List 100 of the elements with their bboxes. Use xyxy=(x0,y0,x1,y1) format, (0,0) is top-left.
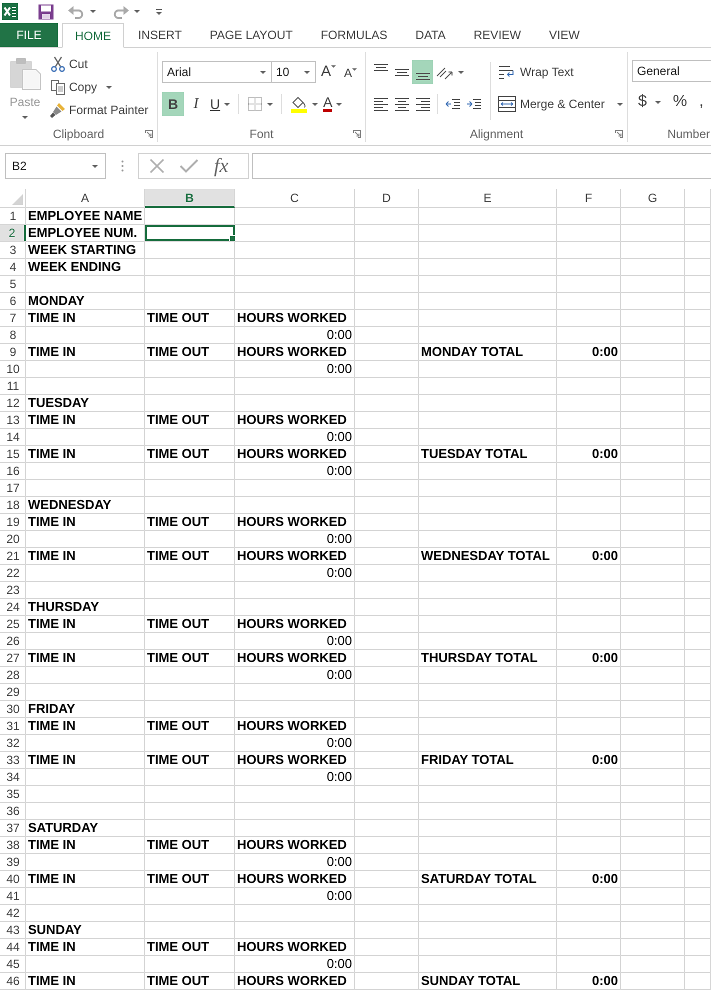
number-format-button[interactable]: $ xyxy=(638,90,661,114)
ribbon-tab[interactable]: PAGE LAYOUT xyxy=(196,23,307,47)
column-header[interactable]: E xyxy=(419,189,557,208)
caret-icon xyxy=(22,116,28,119)
number-format-button[interactable]: , xyxy=(699,90,704,114)
ribbon-tab[interactable]: REVIEW xyxy=(460,23,535,47)
dialog-launcher-icon[interactable] xyxy=(353,130,361,138)
row-header[interactable]: 43 xyxy=(0,922,26,938)
row-header[interactable]: 7 xyxy=(0,310,26,326)
spreadsheet-app-icon[interactable] xyxy=(2,3,18,20)
font-size-dropdown[interactable]: 10 xyxy=(272,61,316,83)
table-cell-text: 0:00 xyxy=(590,446,619,462)
row-header[interactable]: 21 xyxy=(0,548,26,564)
row-header[interactable]: 22 xyxy=(0,565,26,581)
row-header[interactable]: 4 xyxy=(0,259,26,275)
check-icon[interactable] xyxy=(179,158,199,174)
row-header[interactable]: 3 xyxy=(0,242,26,258)
row-header[interactable]: 16 xyxy=(0,463,26,479)
row-header[interactable]: 29 xyxy=(0,684,26,700)
row-header[interactable]: 31 xyxy=(0,718,26,734)
row-header[interactable]: 24 xyxy=(0,599,26,615)
scissors-icon xyxy=(50,56,66,72)
selected-cell[interactable] xyxy=(145,225,235,241)
dialog-launcher-icon[interactable] xyxy=(615,130,623,138)
row-header[interactable]: 33 xyxy=(0,752,26,768)
row-header[interactable]: 8 xyxy=(0,327,26,343)
row-header[interactable]: 5 xyxy=(0,276,26,292)
row-header[interactable]: 45 xyxy=(0,956,26,972)
row-header[interactable]: 37 xyxy=(0,820,26,836)
column-header[interactable]: D xyxy=(355,189,419,208)
row-header[interactable]: 13 xyxy=(0,412,26,428)
fill-handle-icon[interactable] xyxy=(229,235,235,241)
shrink-font-button[interactable]: A xyxy=(344,61,358,83)
customize-toolbar-icon[interactable] xyxy=(155,8,163,16)
insert-function-button[interactable]: fx xyxy=(214,155,228,177)
row-header[interactable]: 26 xyxy=(0,633,26,649)
table-cell-text: TIME OUT xyxy=(146,514,210,530)
format-painter-button[interactable]: Format Painter xyxy=(49,99,150,121)
row-header[interactable]: 12 xyxy=(0,395,26,411)
align-bottom-button[interactable] xyxy=(412,60,433,84)
ribbon-tab[interactable]: INSERT xyxy=(124,23,196,47)
column-header[interactable]: C xyxy=(235,189,355,208)
column-header[interactable]: F xyxy=(557,189,621,208)
column-header[interactable]: B xyxy=(145,189,235,208)
row-header[interactable]: 42 xyxy=(0,905,26,921)
row-header[interactable]: 19 xyxy=(0,514,26,530)
row-header[interactable]: 6 xyxy=(0,293,26,309)
bold-button[interactable]: B xyxy=(162,92,184,116)
row-header[interactable]: 30 xyxy=(0,701,26,717)
row-header[interactable]: 11 xyxy=(0,378,26,394)
row-header[interactable]: 46 xyxy=(0,973,26,989)
row-header[interactable]: 23 xyxy=(0,582,26,598)
underline-button[interactable]: U xyxy=(208,92,232,116)
row-header[interactable]: 15 xyxy=(0,446,26,462)
number-format-button[interactable]: % xyxy=(672,90,688,114)
save-icon[interactable] xyxy=(38,4,54,20)
ribbon-tab[interactable]: FORMULAS xyxy=(306,23,402,47)
row-header[interactable]: 10 xyxy=(0,361,26,377)
copy-button[interactable]: Copy xyxy=(49,76,114,98)
column-header[interactable]: G xyxy=(621,189,685,208)
row-header[interactable]: 2 xyxy=(0,225,26,241)
formula-input[interactable] xyxy=(252,153,711,179)
table-cell-text: TIME IN xyxy=(27,446,77,462)
row-header[interactable]: 25 xyxy=(0,616,26,632)
row-header[interactable]: 38 xyxy=(0,837,26,853)
row-header[interactable]: 18 xyxy=(0,497,26,513)
grow-font-button[interactable]: A xyxy=(321,61,336,83)
file-tab[interactable]: FILE xyxy=(0,23,58,47)
italic-button[interactable]: I xyxy=(185,92,207,116)
font-name-dropdown[interactable]: Arial xyxy=(162,61,272,83)
caret-icon xyxy=(336,102,342,106)
row-header[interactable]: 32 xyxy=(0,735,26,751)
name-box[interactable]: B2 xyxy=(5,153,106,179)
merge-cells-icon xyxy=(498,96,516,112)
number-format-dropdown[interactable]: General xyxy=(632,60,711,82)
table-cell-text: WEEK ENDING xyxy=(27,259,122,275)
row-header[interactable]: 20 xyxy=(0,531,26,547)
row-header[interactable]: 34 xyxy=(0,769,26,785)
row-header[interactable]: 28 xyxy=(0,667,26,683)
table-cell-text: TIME IN xyxy=(27,514,77,530)
ribbon-tab[interactable]: DATA xyxy=(401,23,460,47)
row-header[interactable]: 36 xyxy=(0,803,26,819)
row-header[interactable]: 39 xyxy=(0,854,26,870)
row-header[interactable]: 17 xyxy=(0,480,26,496)
dialog-launcher-icon[interactable] xyxy=(145,130,153,138)
row-header[interactable]: 9 xyxy=(0,344,26,360)
row-header[interactable]: 14 xyxy=(0,429,26,445)
font-color-button[interactable]: A xyxy=(321,92,344,116)
table-cell-text: TIME OUT xyxy=(146,871,210,887)
cut-button[interactable]: Cut xyxy=(49,53,89,75)
ribbon-tab[interactable]: HOME xyxy=(62,23,124,48)
row-header[interactable]: 40 xyxy=(0,871,26,887)
merge-center-button[interactable]: Merge & Center xyxy=(496,92,625,116)
row-header[interactable]: 27 xyxy=(0,650,26,666)
row-header[interactable]: 1 xyxy=(0,208,26,224)
row-header[interactable]: 41 xyxy=(0,888,26,904)
ribbon-tab[interactable]: VIEW xyxy=(534,23,594,47)
row-header[interactable]: 44 xyxy=(0,939,26,955)
wrap-text-button[interactable]: Wrap Text xyxy=(496,60,625,84)
row-header[interactable]: 35 xyxy=(0,786,26,802)
